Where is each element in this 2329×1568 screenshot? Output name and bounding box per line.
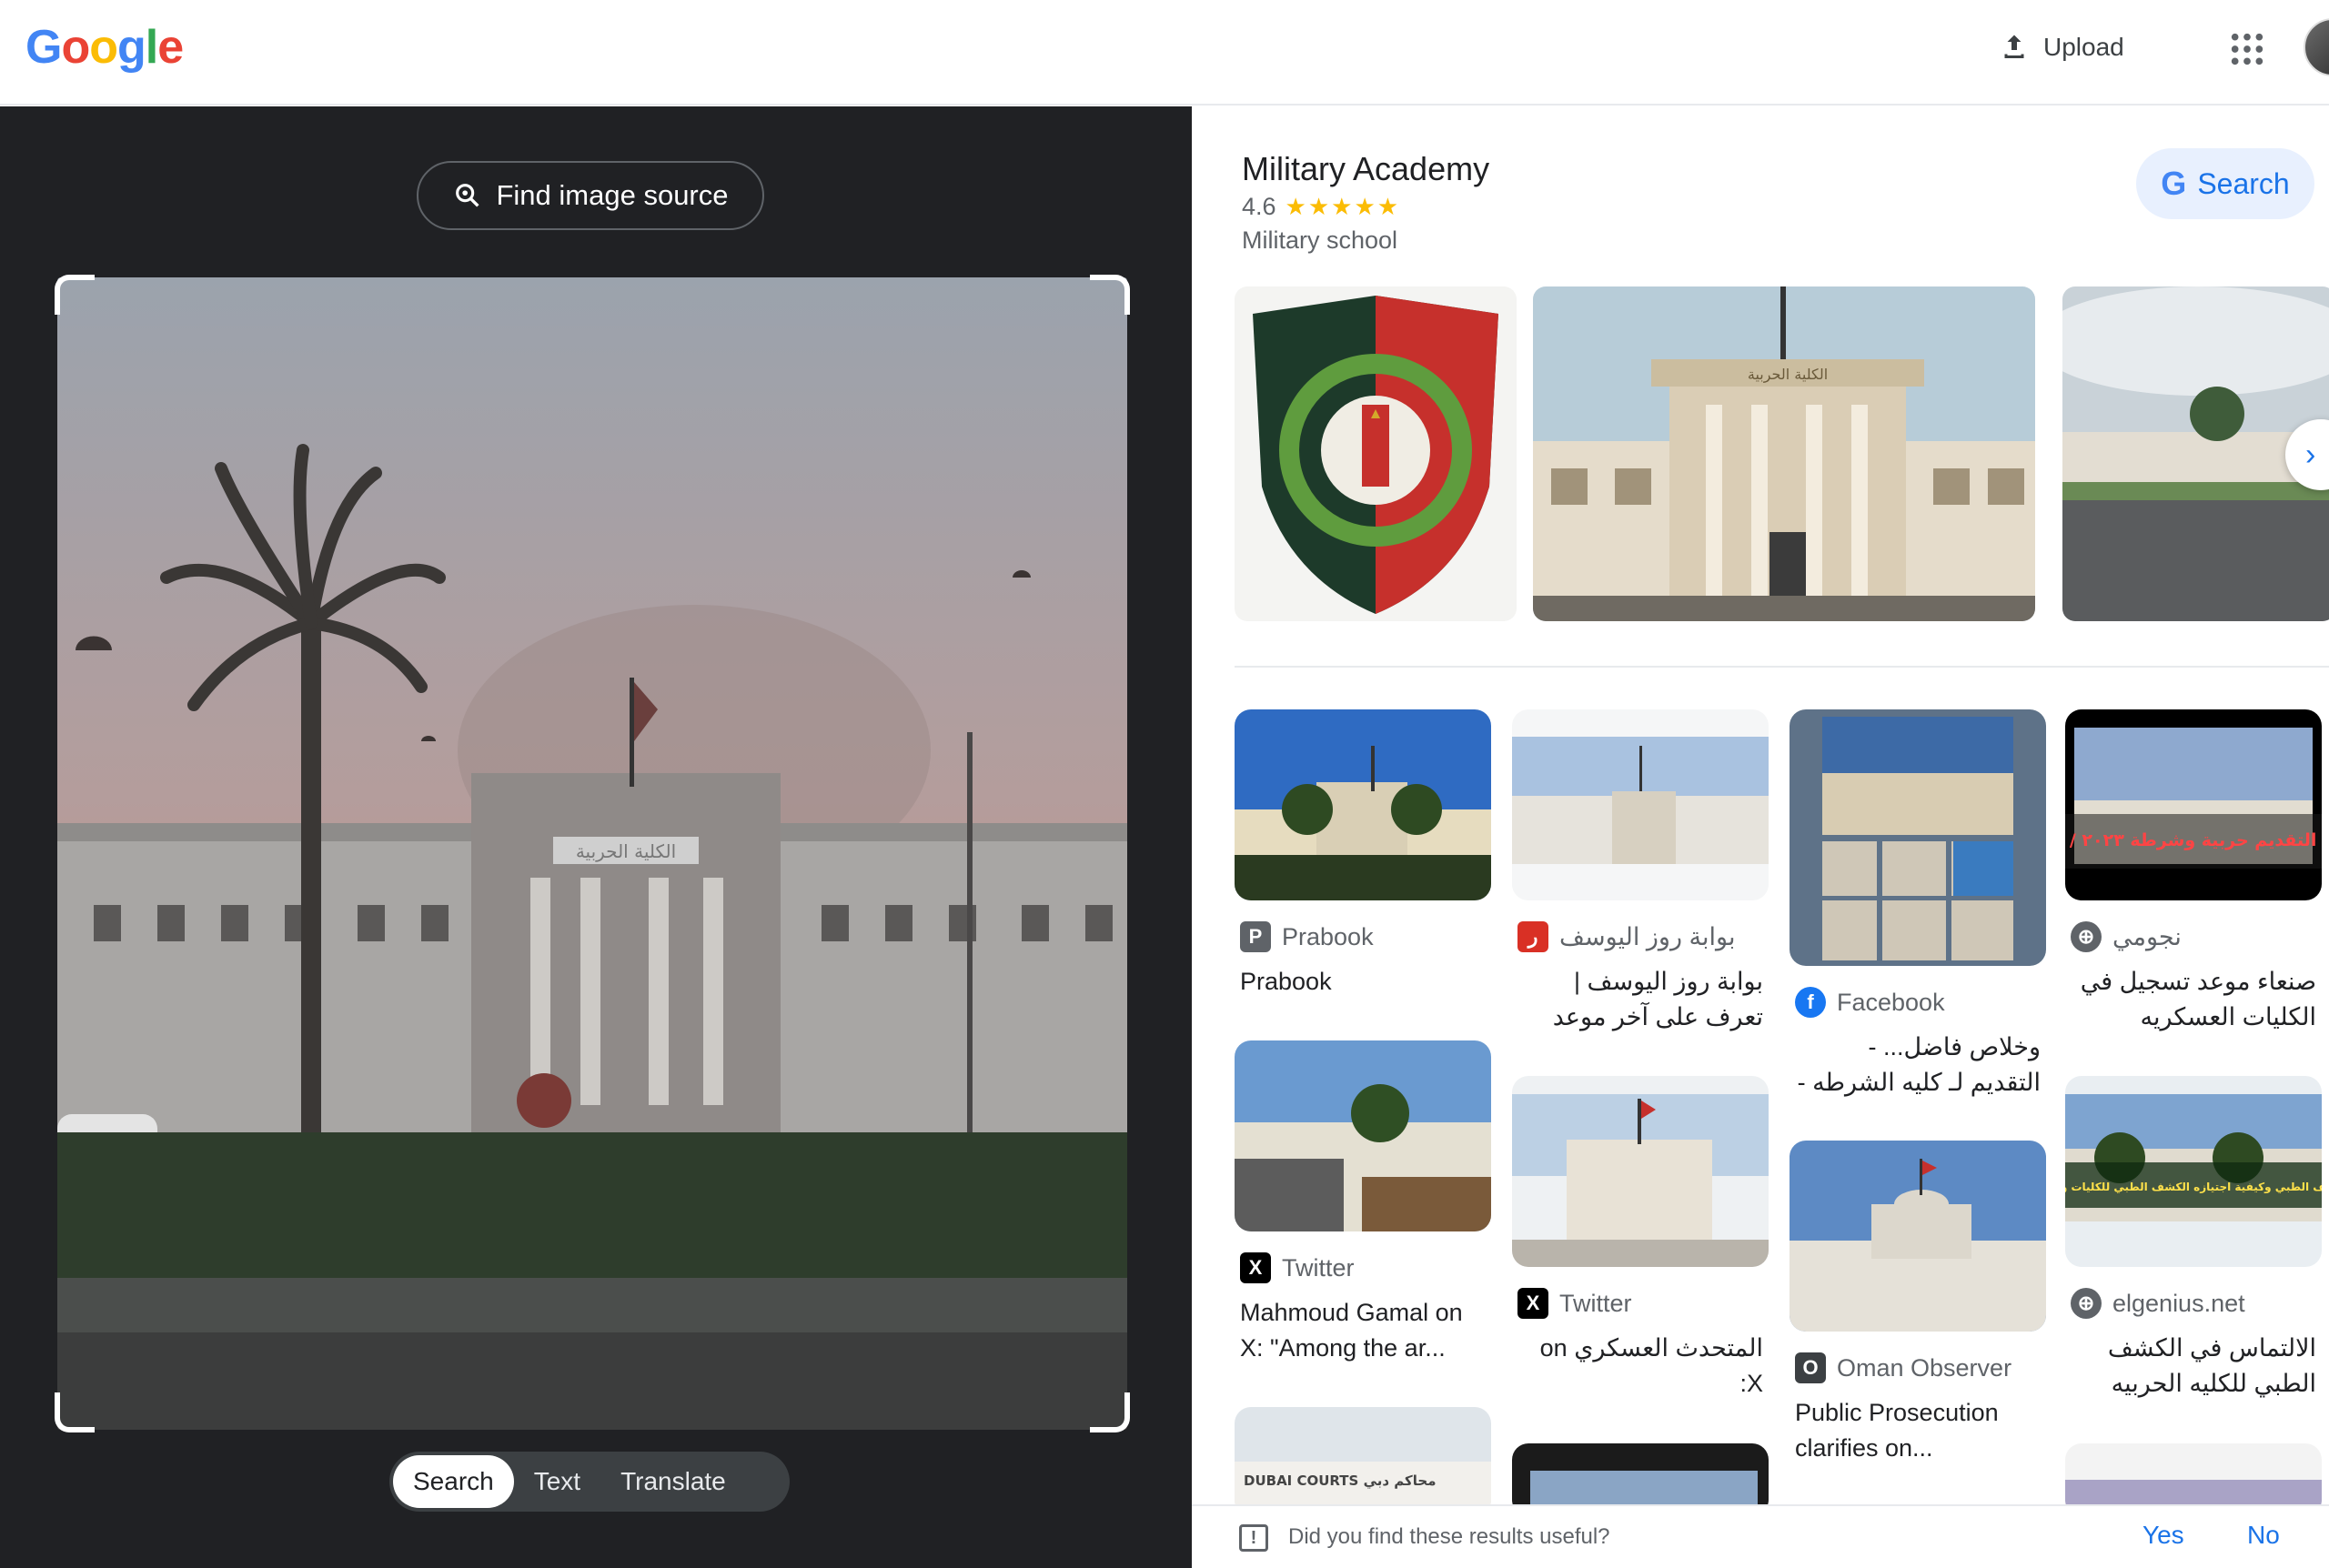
lens-search-icon bbox=[456, 184, 480, 207]
result-card-twitter-spokesman[interactable]: X Twitter المتحدث العسكري on X: "#المتحد… bbox=[1512, 1076, 1769, 1403]
dubai-courts-sign: DUBAI COURTS محاكم دبي bbox=[1244, 1473, 1437, 1489]
entity-title[interactable]: Military Academy bbox=[1242, 150, 1489, 188]
result-card-rosa-el-youssef[interactable]: ر بوابة روز اليوسف بوابة روز اليوسف | تع… bbox=[1512, 709, 1769, 1037]
source-name: Oman Observer bbox=[1837, 1353, 2012, 1382]
source-name: Facebook bbox=[1837, 988, 1945, 1016]
result-title: وخلاص فاضل... - التقديم لـ كليه الشرطه -… bbox=[1797, 1033, 2041, 1096]
result-source: ⊕ نجومي bbox=[2065, 920, 2322, 953]
result-title: Mahmoud Gamal on X: "Among the ar... bbox=[1240, 1299, 1463, 1362]
mode-text-tab[interactable]: Text bbox=[514, 1455, 600, 1508]
building-sign-text: الكلية الحربية bbox=[1748, 366, 1828, 384]
source-name: Twitter bbox=[1282, 1253, 1355, 1282]
user-avatar[interactable] bbox=[2304, 18, 2329, 76]
chevron-right-icon: › bbox=[2305, 437, 2316, 472]
result-title: الالتماس في الكشف الطبي للكليه الحربيه A… bbox=[2107, 1334, 2316, 1397]
result-thumbnail: DUBAI COURTS محاكم دبي bbox=[1235, 1407, 1491, 1516]
crop-handle-bottom-left[interactable] bbox=[55, 1392, 95, 1432]
results-panel: Military Academy 4.6 ★★★★★ Military scho… bbox=[1192, 106, 2329, 1568]
result-title: Prabook bbox=[1240, 968, 1332, 995]
result-card-oman-observer[interactable]: O Oman Observer Public Prosecution clari… bbox=[1790, 1141, 2046, 1466]
crop-handle-top-left[interactable] bbox=[55, 275, 95, 315]
globe-favicon-icon: ⊕ bbox=[2071, 1288, 2102, 1319]
result-card-facebook[interactable]: f Facebook وخلاص فاضل... - التقديم لـ كل… bbox=[1790, 709, 2046, 1102]
result-thumbnail bbox=[1790, 1141, 2046, 1332]
elgenius-overlay-text: تفاصيل يوم الكشف الطبي وكيفية اجتيازه ال… bbox=[2065, 1181, 2322, 1194]
result-title: بوابة روز اليوسف | تعرف على آخر موعد تقد… bbox=[1552, 968, 1763, 1030]
google-g-icon: G bbox=[2161, 165, 2187, 202]
mode-translate-tab[interactable]: Translate bbox=[600, 1455, 746, 1508]
entity-search-label: Search bbox=[2197, 166, 2290, 200]
emblem-image[interactable] bbox=[1235, 286, 1517, 621]
result-thumbnail bbox=[1235, 1040, 1491, 1231]
result-source: f Facebook bbox=[1790, 986, 2046, 1019]
result-card-dubai-courts[interactable]: DUBAI COURTS محاكم دبي bbox=[1235, 1407, 1491, 1516]
rosa-el-youssef-favicon-icon: ر bbox=[1517, 921, 1548, 952]
feedback-icon: ! bbox=[1239, 1524, 1268, 1552]
mode-switcher: Search Text Translate bbox=[389, 1452, 790, 1512]
result-card-nogomi[interactable]: ميعاد التقديم حربية وشرطة ٢٠٢٣ / ٢٠٢٤ ⊕ … bbox=[2065, 709, 2322, 1037]
result-title: صنعاء موعد تسجيل في الكليات العسكريه 202… bbox=[2080, 968, 2316, 1030]
source-name: Prabook bbox=[1282, 922, 1374, 950]
feedback-question: Did you find these results useful? bbox=[1288, 1524, 1610, 1549]
feedback-yes-button[interactable]: Yes bbox=[2142, 1521, 2184, 1550]
upload-label: Upload bbox=[2043, 33, 2124, 61]
find-image-source-label: Find image source bbox=[496, 179, 729, 211]
google-lens-page: Google Upload Find image source الكلية ا… bbox=[0, 0, 2329, 1568]
prabook-favicon-icon: P bbox=[1240, 921, 1271, 952]
photo-sign-text: الكلية الحربية bbox=[576, 840, 676, 862]
feedback-bar: ! Did you find these results useful? Yes… bbox=[1192, 1504, 2329, 1568]
result-thumbnail bbox=[1235, 709, 1491, 900]
globe-favicon-icon: ⊕ bbox=[2071, 921, 2102, 952]
mode-search-tab[interactable]: Search bbox=[393, 1455, 514, 1508]
academy-building-front[interactable]: الكلية الحربية bbox=[1533, 286, 2035, 621]
result-source: ر بوابة روز اليوسف bbox=[1512, 920, 1769, 953]
result-thumbnail: ميعاد التقديم حربية وشرطة ٢٠٢٣ / ٢٠٢٤ bbox=[2065, 709, 2322, 900]
crop-handle-top-right[interactable] bbox=[1090, 275, 1130, 315]
source-name: نجومي bbox=[2112, 922, 2182, 950]
find-image-source-button[interactable]: Find image source bbox=[417, 161, 764, 230]
rating-value: 4.6 bbox=[1242, 193, 1276, 220]
result-thumbnail bbox=[1790, 709, 2046, 966]
entity-search-button[interactable]: G Search bbox=[2136, 148, 2314, 219]
source-name: Twitter bbox=[1559, 1289, 1632, 1317]
upload-icon bbox=[2004, 35, 2024, 58]
result-source: O Oman Observer bbox=[1790, 1352, 2046, 1384]
result-thumbnail bbox=[1512, 1076, 1769, 1267]
facebook-favicon-icon: f bbox=[1795, 987, 1826, 1018]
source-name: elgenius.net bbox=[2112, 1289, 2245, 1317]
oman-observer-favicon-icon: O bbox=[1795, 1352, 1826, 1383]
result-source: X Twitter bbox=[1235, 1251, 1491, 1284]
source-name: بوابة روز اليوسف bbox=[1559, 922, 1736, 950]
upload-button[interactable]: Upload bbox=[1998, 25, 2124, 69]
google-logo[interactable]: Google bbox=[25, 20, 184, 75]
result-card-elgenius[interactable]: تفاصيل يوم الكشف الطبي وكيفية اجتيازه ال… bbox=[2065, 1076, 2322, 1403]
result-source: P Prabook bbox=[1235, 920, 1491, 953]
rating-stars: ★★★★★ bbox=[1285, 193, 1401, 220]
apps-grid-icon[interactable] bbox=[2229, 31, 2265, 67]
result-card-prabook[interactable]: P Prabook Prabook bbox=[1235, 709, 1491, 1000]
result-thumbnail: تفاصيل يوم الكشف الطبي وكيفية اجتيازه ال… bbox=[2065, 1076, 2322, 1267]
x-twitter-favicon-icon: X bbox=[1517, 1288, 1548, 1319]
result-card-twitter-mahmoud[interactable]: X Twitter Mahmoud Gamal on X: "Among the… bbox=[1235, 1040, 1491, 1366]
result-source: X Twitter bbox=[1512, 1287, 1769, 1320]
result-title: Public Prosecution clarifies on... bbox=[1795, 1399, 1999, 1462]
section-divider bbox=[1235, 666, 2329, 668]
result-source: ⊕ elgenius.net bbox=[2065, 1287, 2322, 1320]
nogomi-overlay-text: ميعاد التقديم حربية وشرطة ٢٠٢٣ / ٢٠٢٤ bbox=[2065, 830, 2322, 850]
result-thumbnail bbox=[1512, 709, 1769, 900]
entity-rating: 4.6 ★★★★★ bbox=[1242, 193, 1400, 221]
image-preview-panel: Find image source الكلية الحربية Search … bbox=[0, 106, 1192, 1568]
result-title: المتحدث العسكري on X: "#المتحدث_العسكرى … bbox=[1539, 1334, 1763, 1397]
x-twitter-favicon-icon: X bbox=[1240, 1252, 1271, 1283]
crop-handle-bottom-right[interactable] bbox=[1090, 1392, 1130, 1432]
top-bar: Google Upload bbox=[0, 0, 2329, 106]
feedback-no-button[interactable]: No bbox=[2247, 1521, 2280, 1550]
uploaded-photo[interactable]: الكلية الحربية bbox=[57, 277, 1127, 1430]
entity-type: Military school bbox=[1242, 226, 1398, 254]
